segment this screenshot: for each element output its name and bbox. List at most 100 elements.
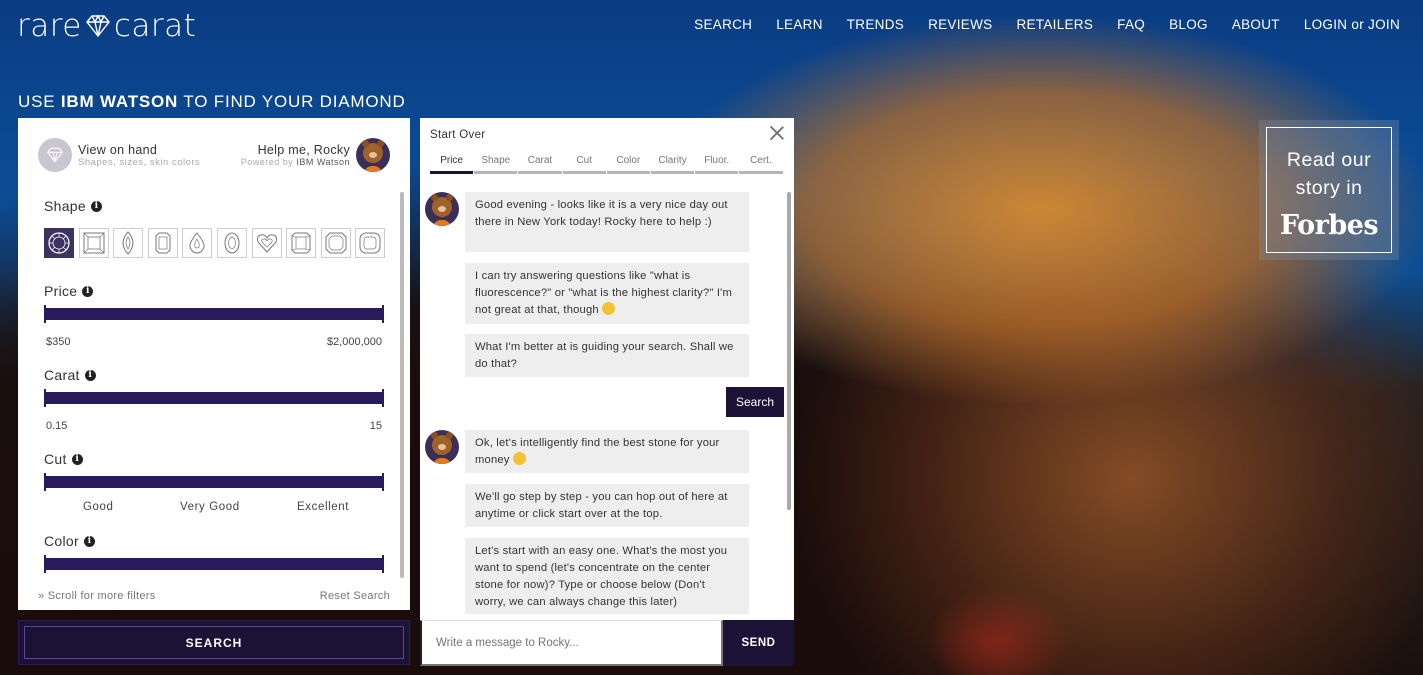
pear-shape-button[interactable] xyxy=(182,228,213,258)
cut-option-good: Good xyxy=(83,501,114,513)
carat-max: 15 xyxy=(369,420,382,432)
diamond-logo-icon xyxy=(85,14,110,38)
step-clarity[interactable]: Clarity xyxy=(650,155,695,174)
rocky-brand: IBM Watson xyxy=(296,157,350,167)
user-message: Search xyxy=(725,387,784,417)
start-over-link[interactable]: Start Over xyxy=(430,129,485,141)
emerald-icon xyxy=(155,232,171,254)
help-me-rocky-button[interactable]: Help me, Rocky Powered by IBM Watson xyxy=(241,138,390,172)
carat-label-text: Carat xyxy=(44,367,80,383)
nav-retailers[interactable]: RETAILERS xyxy=(1016,17,1093,32)
scroll-more-text: Scroll for more filters xyxy=(47,590,156,602)
cut-option-very-good: Very Good xyxy=(180,501,240,513)
scroll-more-filters[interactable]: » Scroll for more filters xyxy=(38,590,156,602)
rocky-avatar xyxy=(425,192,459,226)
shape-filter-label: Shape i xyxy=(44,198,102,214)
info-icon[interactable]: i xyxy=(83,535,95,547)
close-icon[interactable] xyxy=(770,126,784,140)
step-carat[interactable]: Carat xyxy=(518,155,562,174)
filter-panel: View on hand Shapes, sizes, skin colors … xyxy=(18,118,410,610)
heart-icon xyxy=(256,234,277,253)
diamond-icon xyxy=(38,138,72,172)
chat-message-input[interactable] xyxy=(420,620,723,666)
emerald-shape-button[interactable] xyxy=(147,228,178,258)
chevron-down-icon: » xyxy=(38,590,45,602)
send-button[interactable]: SEND xyxy=(723,620,794,666)
price-min: $350 xyxy=(46,336,71,348)
info-icon[interactable]: i xyxy=(90,200,102,212)
search-button[interactable]: SEARCH xyxy=(18,620,410,665)
forbes-line-1: Read our xyxy=(1286,149,1372,171)
oval-shape-button[interactable] xyxy=(216,228,247,258)
forbes-line-2: story in xyxy=(1295,177,1363,199)
step-fluorescence[interactable]: Fluor. xyxy=(695,155,739,174)
cut-option-excellent: Excellent xyxy=(297,501,350,513)
bot-message: What I'm better at is guiding your searc… xyxy=(465,334,749,377)
step-color[interactable]: Color xyxy=(606,155,650,174)
nav-reviews[interactable]: REVIEWS xyxy=(928,17,992,32)
info-icon[interactable]: i xyxy=(71,453,83,465)
marquise-shape-button[interactable] xyxy=(113,228,144,258)
carat-range-slider[interactable] xyxy=(44,389,384,407)
rocky-avatar xyxy=(425,430,459,464)
princess-icon xyxy=(83,232,105,254)
nav-search[interactable]: SEARCH xyxy=(694,17,752,32)
color-filter-label: Color i xyxy=(44,533,95,549)
filter-scroll-area: Shape i Price i $350 $2,000,000 Carat i 0.1… xyxy=(18,188,410,580)
nav-about[interactable]: ABOUT xyxy=(1232,17,1280,32)
nav-login-join[interactable]: LOGIN or JOIN xyxy=(1304,17,1400,32)
nav-learn[interactable]: LEARN xyxy=(776,17,823,32)
price-max: $2,000,000 xyxy=(326,336,382,348)
nav-blog[interactable]: BLOG xyxy=(1169,17,1208,32)
shape-options xyxy=(44,228,386,258)
rocky-chat-panel: Start Over Price Shape Carat Cut Color C… xyxy=(420,118,794,666)
rocky-title: Help me, Rocky xyxy=(257,143,350,157)
view-on-hand-title: View on hand xyxy=(78,142,158,157)
reset-search-link[interactable]: Reset Search xyxy=(320,590,390,602)
step-certificate[interactable]: Cert. xyxy=(739,155,783,174)
price-label-text: Price xyxy=(44,283,78,299)
bot-message: Good evening - looks like it is a very n… xyxy=(465,192,749,252)
step-price[interactable]: Price xyxy=(430,155,474,174)
nav-trends[interactable]: TRENDS xyxy=(847,17,904,32)
page-headline: USE IBM WATSON TO FIND YOUR DIAMOND xyxy=(18,92,406,112)
price-range-slider[interactable] xyxy=(44,305,384,323)
view-on-hand-button[interactable]: View on hand Shapes, sizes, skin colors xyxy=(38,138,200,172)
chat-messages: Good evening - looks like it is a very n… xyxy=(420,190,794,620)
logo-text-right: carat xyxy=(113,8,197,44)
nav-faq[interactable]: FAQ xyxy=(1117,17,1145,32)
cut-label-text: Cut xyxy=(44,451,67,467)
smile-emoji-icon xyxy=(512,452,526,465)
princess-shape-button[interactable] xyxy=(78,228,109,258)
headline-post: TO FIND YOUR DIAMOND xyxy=(178,92,406,111)
cushion-shape-button[interactable] xyxy=(355,228,386,258)
bot-message-text: Ok, let's intelligently find the best st… xyxy=(475,437,720,466)
rocky-avatar xyxy=(356,138,390,172)
headline-pre: USE xyxy=(18,92,61,111)
filter-panel-header: View on hand Shapes, sizes, skin colors … xyxy=(38,138,390,174)
step-cut[interactable]: Cut xyxy=(562,155,606,174)
pear-icon xyxy=(189,232,205,254)
forbes-story-link[interactable]: Read our story in Forbes xyxy=(1259,120,1399,260)
cut-range-slider[interactable] xyxy=(44,473,384,491)
rarecarat-logo[interactable]: rare carat xyxy=(17,8,196,44)
round-shape-button[interactable] xyxy=(44,228,74,258)
bot-message: I can try answering questions like "what… xyxy=(465,263,749,324)
heart-shape-button[interactable] xyxy=(251,228,282,258)
smile-emoji-icon xyxy=(602,302,616,315)
search-button-label: SEARCH xyxy=(24,626,404,659)
cut-filter-label: Cut i xyxy=(44,451,83,467)
radiant-shape-button[interactable] xyxy=(286,228,317,258)
info-icon[interactable]: i xyxy=(84,369,96,381)
step-shape[interactable]: Shape xyxy=(474,155,518,174)
price-filter-label: Price i xyxy=(44,283,94,299)
color-range-slider[interactable] xyxy=(44,555,384,573)
info-icon[interactable]: i xyxy=(82,285,94,297)
main-nav: SEARCH LEARN TRENDS REVIEWS RETAILERS FA… xyxy=(694,17,1400,32)
bot-message: We'll go step by step - you can hop out … xyxy=(465,484,749,527)
round-icon xyxy=(48,232,70,254)
logo-text-left: rare xyxy=(17,8,82,44)
asscher-shape-button[interactable] xyxy=(320,228,351,258)
bot-message: Ok, let's intelligently find the best st… xyxy=(465,430,749,473)
rocky-powered-by: Powered by xyxy=(240,157,294,167)
